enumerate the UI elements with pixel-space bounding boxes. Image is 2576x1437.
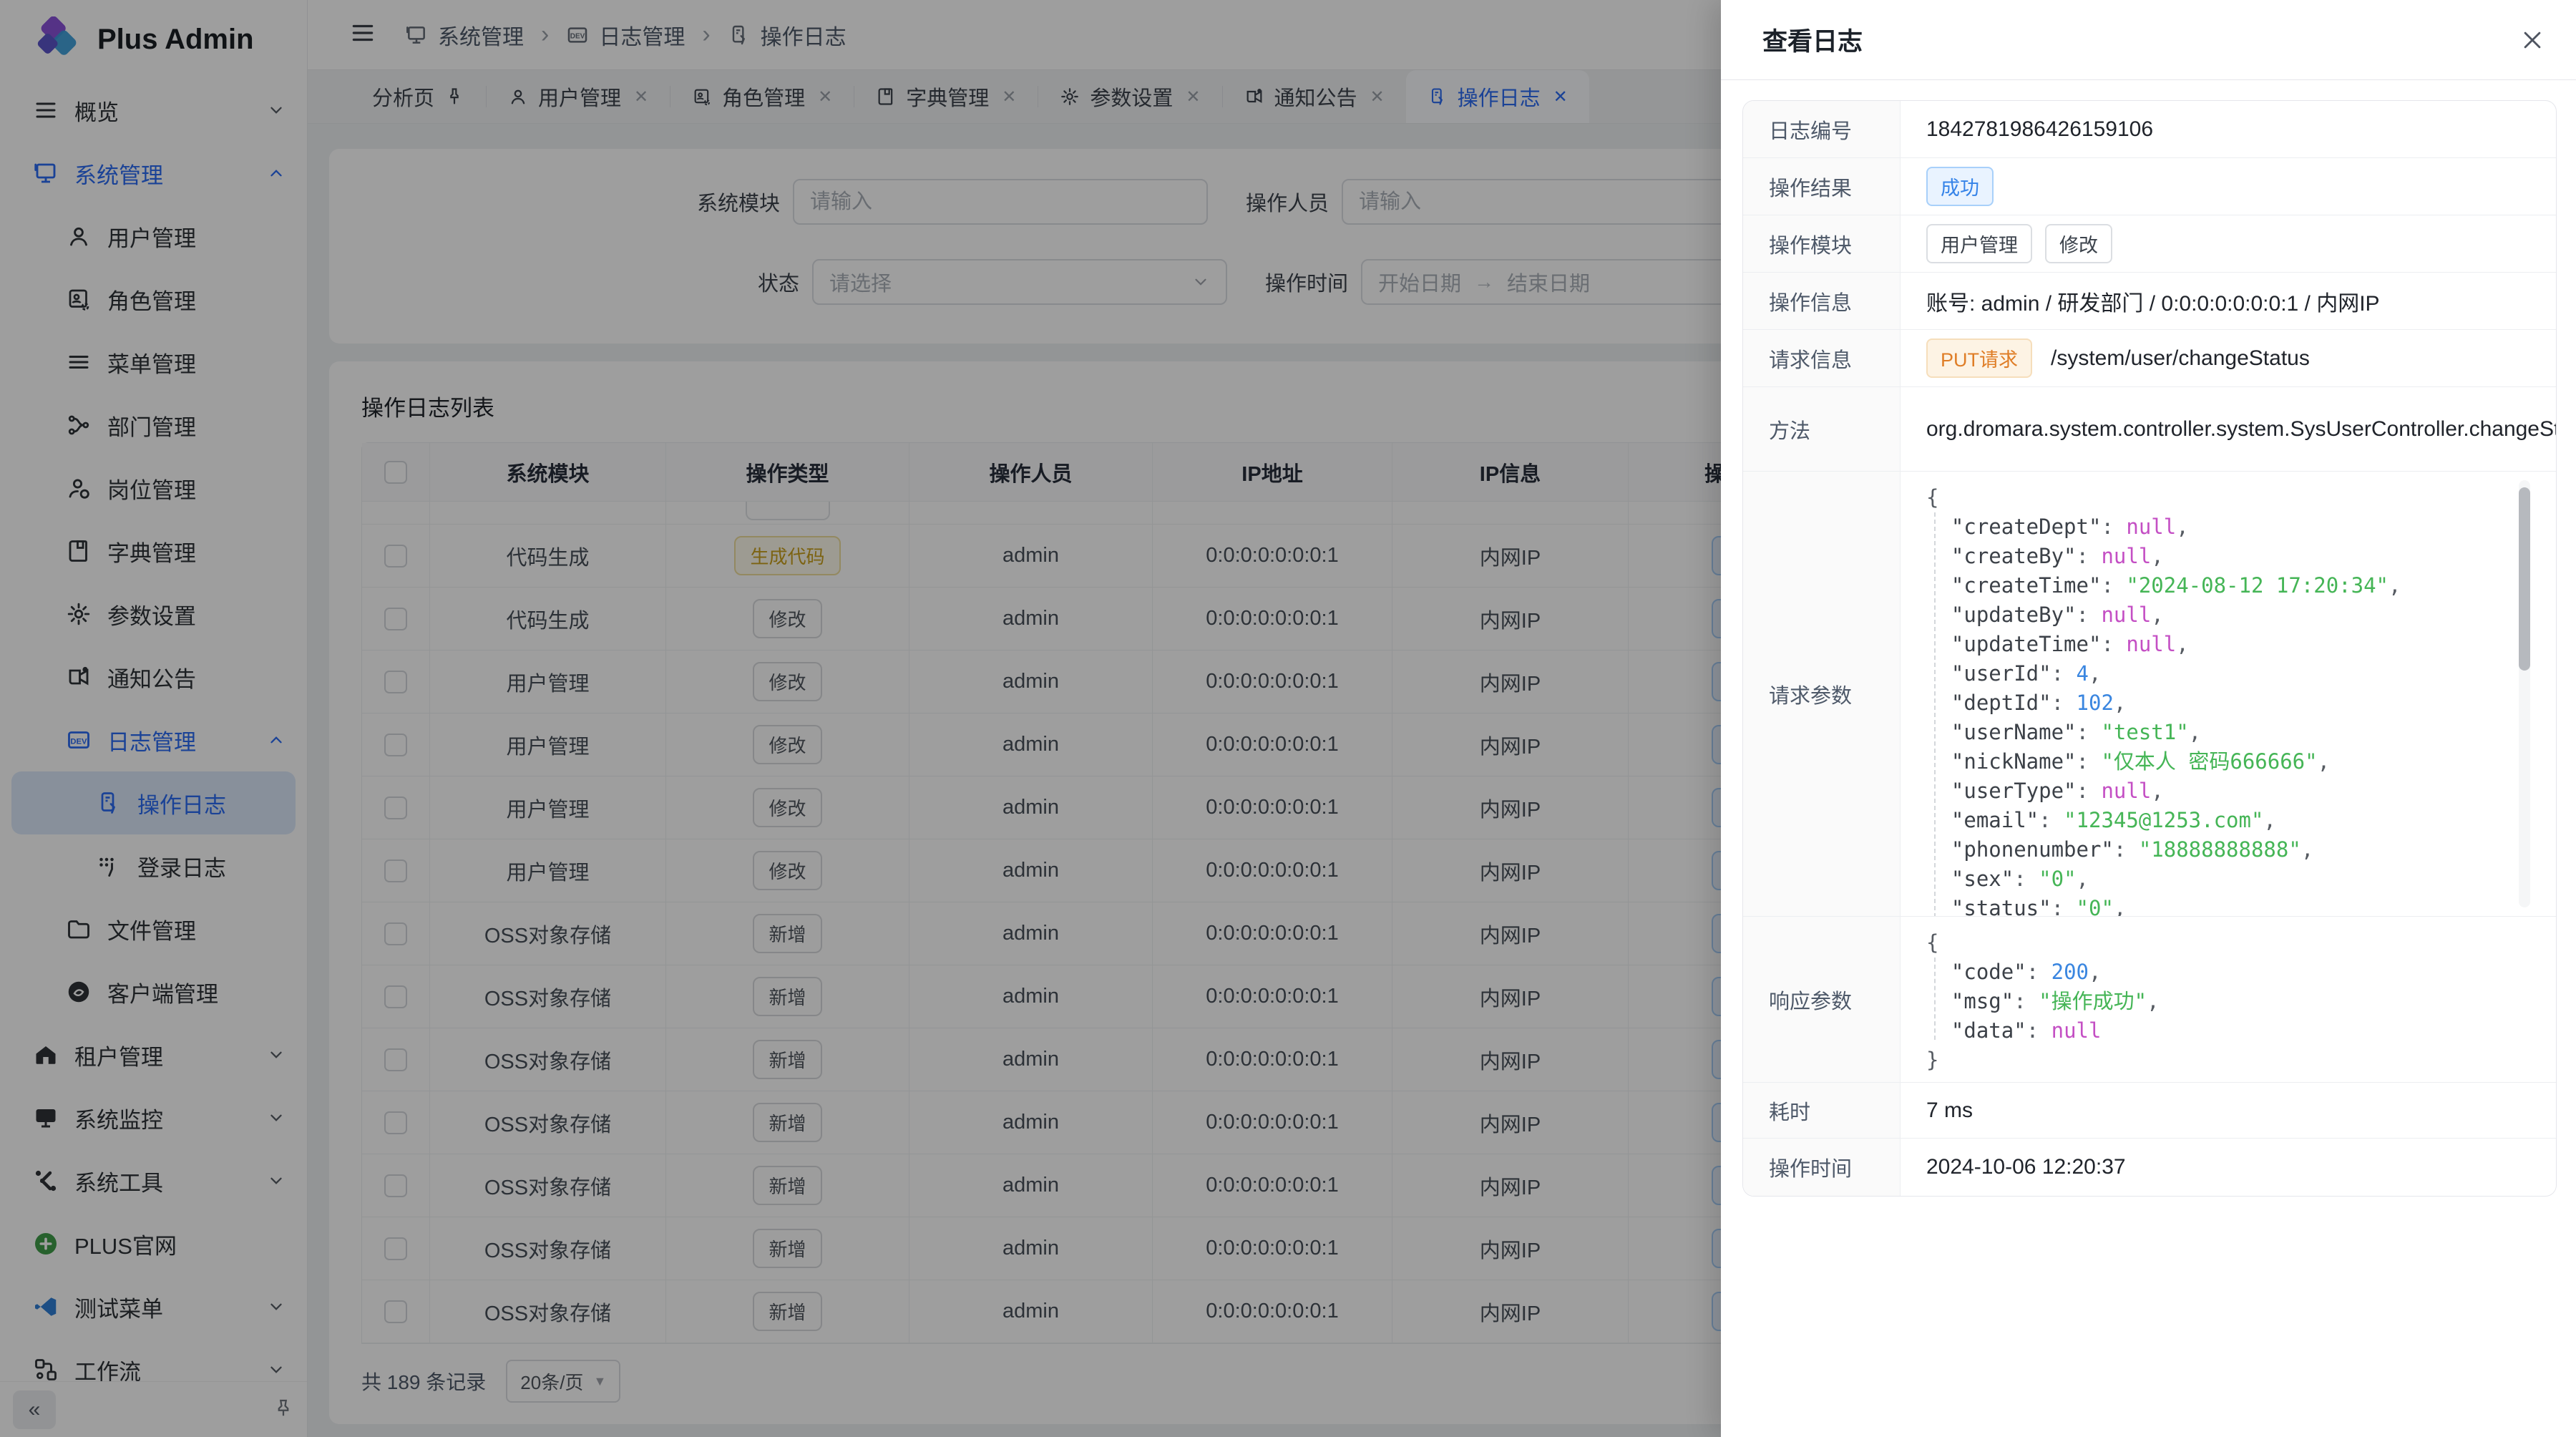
detail-row-response-params: 响应参数 { "code": 200, "msg": "操作成功", "data… xyxy=(1743,917,2556,1083)
detail-label: 耗时 xyxy=(1743,1083,1901,1138)
request-params-json: { "createDept": null, "createBy": null, … xyxy=(1926,472,2556,916)
indent-guide xyxy=(1934,958,1936,1040)
detail-row-op-time: 操作时间 2024-10-06 12:20:37 xyxy=(1743,1139,2556,1196)
app-root: Plus Admin 概览系统管理用户管理角色管理菜单管理部门管理岗位管理字典管… xyxy=(0,0,2576,1437)
cost-value: 7 ms xyxy=(1901,1083,2556,1138)
indent-guide xyxy=(1934,512,1936,916)
detail-row-cost: 耗时 7 ms xyxy=(1743,1083,2556,1139)
module-badge: 用户管理 xyxy=(1926,224,2032,263)
modal-overlay[interactable] xyxy=(0,0,1721,1437)
request-method-badge: PUT请求 xyxy=(1926,338,2032,378)
detail-label: 操作信息 xyxy=(1743,273,1901,329)
response-params-json: { "code": 200, "msg": "操作成功", "data": nu… xyxy=(1926,917,2556,1075)
detail-row-request: 请求信息 PUT请求 /system/user/changeStatus xyxy=(1743,330,2556,387)
detail-row-info: 操作信息 账号: admin / 研发部门 / 0:0:0:0:0:0:0:1 … xyxy=(1743,273,2556,330)
detail-row-log-id: 日志编号 1842781986426159106 xyxy=(1743,101,2556,158)
log-detail-drawer: 查看日志 日志编号 1842781986426159106 操作结果 成功 操作… xyxy=(1721,0,2576,1437)
detail-label: 操作结果 xyxy=(1743,158,1901,215)
log-id-value: 1842781986426159106 xyxy=(1901,101,2556,157)
detail-row-result: 操作结果 成功 xyxy=(1743,158,2556,215)
drawer-title: 查看日志 xyxy=(1762,21,1863,58)
detail-row-method: 方法 org.dromara.system.controller.system.… xyxy=(1743,387,2556,472)
detail-label: 操作时间 xyxy=(1743,1139,1901,1196)
module-badge: 修改 xyxy=(2045,224,2112,263)
operation-time-value: 2024-10-06 12:20:37 xyxy=(1901,1139,2556,1196)
detail-label: 操作模块 xyxy=(1743,215,1901,272)
method-value: org.dromara.system.controller.system.Sys… xyxy=(1926,412,2557,446)
detail-label: 方法 xyxy=(1743,387,1901,471)
detail-label: 请求信息 xyxy=(1743,330,1901,386)
request-url: /system/user/changeStatus xyxy=(2051,346,2310,371)
detail-label: 日志编号 xyxy=(1743,101,1901,157)
log-detail-table: 日志编号 1842781986426159106 操作结果 成功 操作模块 用户… xyxy=(1742,100,2557,1197)
drawer-header: 查看日志 xyxy=(1721,0,2576,80)
detail-label: 请求参数 xyxy=(1743,472,1901,916)
detail-row-module: 操作模块 用户管理修改 xyxy=(1743,215,2556,273)
result-badge: 成功 xyxy=(1926,167,1994,206)
detail-label: 响应参数 xyxy=(1743,917,1901,1082)
close-icon[interactable] xyxy=(2520,28,2545,52)
json-scrollbar-thumb[interactable] xyxy=(2519,487,2530,671)
operation-info-value: 账号: admin / 研发部门 / 0:0:0:0:0:0:0:1 / 内网I… xyxy=(1901,273,2556,329)
detail-row-request-params: 请求参数 { "createDept": null, "createBy": n… xyxy=(1743,472,2556,917)
